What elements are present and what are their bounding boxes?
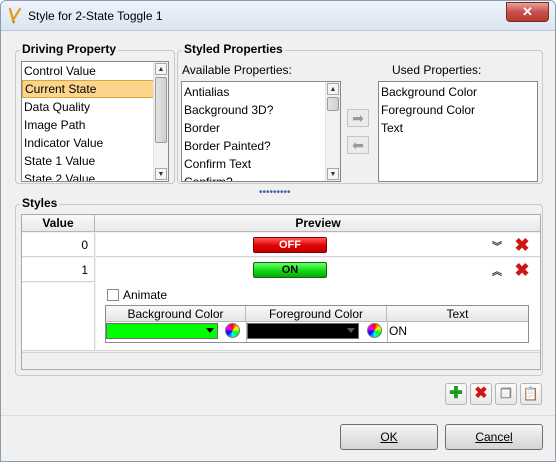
used-properties-label: Used Properties:: [392, 63, 482, 77]
text-value-cell[interactable]: ON: [389, 324, 407, 338]
styles-table-footer: [22, 352, 540, 369]
foreground-color-dropdown[interactable]: [247, 323, 359, 339]
paste-style-button[interactable]: 📋: [520, 383, 542, 405]
collapse-chevron-up-icon[interactable]: ︽: [492, 263, 502, 278]
driving-property-item[interactable]: Indicator Value: [22, 134, 168, 152]
available-property-item[interactable]: Antialias: [182, 83, 340, 101]
scroll-thumb[interactable]: [155, 77, 167, 143]
available-property-item[interactable]: Border: [182, 119, 340, 137]
delete-style-icon[interactable]: ✖: [514, 261, 530, 279]
add-style-button[interactable]: ✚: [445, 383, 467, 405]
paste-icon: 📋: [522, 386, 540, 401]
driving-property-title: Driving Property: [20, 42, 119, 56]
driving-property-item[interactable]: Current State: [22, 80, 168, 98]
style-row-preview[interactable]: OFF ︾ ✖: [96, 233, 540, 257]
chevron-down-icon: [347, 328, 355, 333]
close-button[interactable]: ✕: [506, 2, 549, 22]
foreground-color-picker-icon[interactable]: [367, 323, 382, 338]
used-property-item[interactable]: Text: [379, 119, 537, 137]
delete-icon: ✖: [474, 385, 488, 402]
styles-table: Value Preview 0 OFF ︾ ✖ 1 ON ︽ ✖: [21, 214, 541, 370]
style-row-value[interactable]: 0: [22, 233, 95, 257]
copy-style-button[interactable]: ❐: [495, 383, 517, 405]
used-property-item[interactable]: Foreground Color: [379, 101, 537, 119]
scroll-up-arrow-icon[interactable]: ▲: [155, 63, 167, 75]
animate-checkbox[interactable]: [107, 289, 119, 301]
column-divider: [387, 322, 388, 342]
splitter-handle[interactable]: •••••••••: [259, 187, 291, 198]
available-properties-label: Available Properties:: [182, 63, 292, 77]
remove-property-button[interactable]: ⬅: [347, 136, 369, 154]
copy-icon: ❐: [500, 386, 512, 401]
styled-properties-title: Styled Properties: [182, 42, 285, 56]
available-properties-list[interactable]: Antialias Background 3D? Border Border Pain…: [181, 81, 341, 182]
value-column-header[interactable]: Value: [22, 215, 95, 232]
ok-button-label: OK: [380, 430, 398, 444]
animate-label: Animate: [123, 288, 168, 302]
styles-title: Styles: [20, 196, 60, 210]
driving-property-list[interactable]: Control Value Current State Data Quality Im…: [21, 61, 169, 182]
driving-property-item[interactable]: Control Value: [22, 62, 168, 80]
background-color-dropdown[interactable]: [106, 323, 218, 339]
available-property-item[interactable]: Confirm Text: [182, 155, 340, 173]
driving-property-item[interactable]: State 2 Value: [22, 170, 168, 181]
expand-chevron-down-icon[interactable]: ︾: [492, 238, 502, 253]
used-properties-list[interactable]: Background Color Foreground Color Text: [378, 81, 538, 182]
arrow-left-icon: ⬅: [352, 137, 364, 153]
ok-button[interactable]: OK: [340, 424, 438, 450]
driving-property-item[interactable]: Data Quality: [22, 98, 168, 116]
arrow-right-icon: ➡: [352, 110, 364, 126]
used-property-item[interactable]: Background Color: [379, 83, 537, 101]
preview-on-button: ON: [253, 262, 327, 278]
add-property-button[interactable]: ➡: [347, 109, 369, 127]
available-property-item[interactable]: Border Painted?: [182, 137, 340, 155]
delete-all-styles-button[interactable]: ✖: [470, 383, 492, 405]
plus-icon: ✚: [449, 385, 463, 402]
styles-table-header: Value Preview: [22, 215, 540, 232]
style-dialog: Style for 2-State Toggle 1 ✕ Driving Pro…: [0, 0, 556, 462]
preview-off-button: OFF: [253, 237, 327, 253]
available-properties-scrollbar[interactable]: ▲ ▼: [325, 82, 340, 181]
driving-property-scrollbar[interactable]: ▲ ▼: [153, 62, 168, 181]
style-row-value-spacer: [22, 283, 95, 351]
background-color-column-header: Background Color: [106, 306, 246, 322]
foreground-color-column-header: Foreground Color: [246, 306, 387, 322]
title-bar: Style for 2-State Toggle 1 ✕: [1, 1, 555, 31]
cancel-button[interactable]: Cancel: [445, 424, 543, 450]
driving-property-item[interactable]: Image Path: [22, 116, 168, 134]
available-property-item[interactable]: Confirm?: [182, 173, 340, 181]
window-title: Style for 2-State Toggle 1: [28, 9, 163, 23]
preview-column-header[interactable]: Preview: [96, 215, 540, 232]
scroll-thumb[interactable]: [327, 97, 339, 111]
footer-separator: [1, 415, 555, 416]
scroll-up-arrow-icon[interactable]: ▲: [327, 83, 339, 95]
cancel-button-label: Cancel: [475, 430, 513, 444]
background-color-picker-icon[interactable]: [225, 323, 240, 338]
text-column-header: Text: [387, 306, 528, 322]
chevron-down-icon: [206, 328, 214, 333]
style-row-value[interactable]: 1: [22, 258, 95, 282]
scroll-down-arrow-icon[interactable]: ▼: [327, 168, 339, 180]
style-brush-icon: [8, 7, 22, 24]
scroll-down-arrow-icon[interactable]: ▼: [155, 168, 167, 180]
available-property-item[interactable]: Background 3D?: [182, 101, 340, 119]
driving-property-item[interactable]: State 1 Value: [22, 152, 168, 170]
delete-style-icon[interactable]: ✖: [514, 236, 530, 254]
